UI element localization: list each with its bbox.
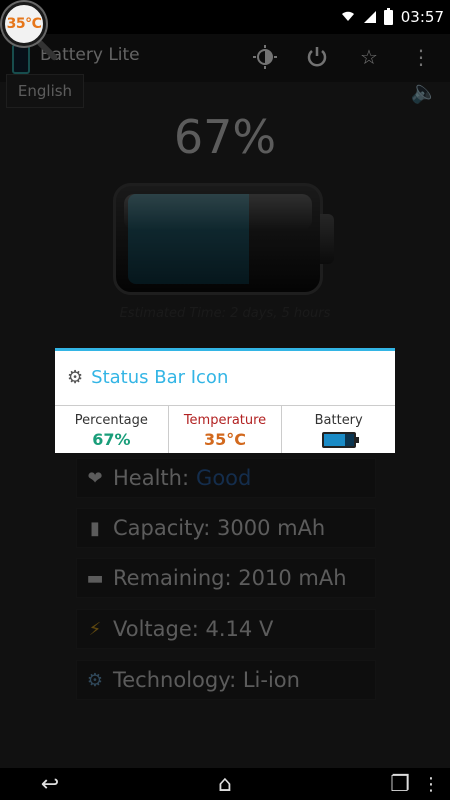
option-temperature-label: Temperature (183, 413, 267, 428)
technology-row: ⚙ Technology: Li-ion (76, 660, 376, 700)
remaining-row: ▬ Remaining: 2010 mAh (76, 558, 376, 598)
wifi-icon (340, 8, 356, 26)
language-button[interactable]: English (6, 74, 84, 108)
status-bar-icon-dialog: ⚙ Status Bar Icon Percentage 67% Tempera… (55, 348, 395, 453)
power-icon[interactable] (304, 42, 330, 72)
capacity-row: ▮ Capacity: 3000 mAh (76, 508, 376, 548)
option-percentage-value: 67% (92, 430, 131, 449)
battery-remaining-icon: ▬ (86, 567, 104, 589)
option-temperature[interactable]: Temperature 35°C (168, 406, 283, 453)
navigation-bar: ↩ ⌂ ❐ (0, 768, 450, 800)
heart-icon: ❤ (87, 467, 103, 489)
overflow-menu-icon[interactable]: ⋮ (408, 42, 434, 72)
option-temperature-value: 35°C (204, 430, 247, 449)
home-button[interactable]: ⌂ (175, 772, 275, 797)
back-button[interactable]: ↩ (0, 772, 100, 797)
health-row: ❤ Health: Good (76, 458, 376, 498)
battery-tip (320, 214, 334, 264)
voltage-row: ⚡ Voltage: 4.14 V (76, 609, 376, 649)
remaining-text: Remaining: 2010 mAh (113, 566, 347, 590)
option-percentage[interactable]: Percentage 67% (55, 406, 169, 453)
brightness-icon[interactable] (252, 42, 278, 72)
voltage-text: Voltage: 4.14 V (113, 617, 274, 641)
battery-icon (321, 432, 359, 448)
battery-graphic (113, 183, 323, 295)
settings-gear-icon: ⚙ (67, 367, 84, 388)
app-icon[interactable] (12, 44, 30, 74)
clock: 03:57 (400, 8, 444, 26)
battery-capacity-icon: ▮ (90, 517, 100, 539)
health-value: Good (196, 466, 252, 490)
dialog-title: ⚙ Status Bar Icon (67, 367, 228, 388)
temperature-badge-text: 35°C (6, 16, 42, 32)
battery-gloss (124, 194, 312, 230)
battery-status-icon (383, 7, 393, 25)
battery-percent: 67% (173, 110, 277, 164)
status-bar: 35°C 03:57 (0, 0, 450, 62)
option-battery-label: Battery (314, 413, 363, 428)
signal-icon (363, 11, 376, 23)
star-icon[interactable]: ☆ (356, 42, 382, 72)
dialog-title-text: Status Bar Icon (91, 367, 229, 388)
technology-text: Technology: Li-ion (113, 668, 300, 692)
speaker-icon[interactable]: 🔈 (411, 80, 438, 105)
estimated-time: Estimated Time: 2 days, 5 hours (119, 306, 331, 321)
menu-button[interactable]: ⋮ (422, 774, 440, 795)
health-label: Health: (113, 466, 190, 490)
option-percentage-label: Percentage (74, 413, 148, 428)
status-icons: 03:57 (340, 7, 444, 26)
option-battery[interactable]: Battery (282, 406, 395, 453)
temperature-badge: 35°C (2, 2, 46, 46)
capacity-text: Capacity: 3000 mAh (113, 516, 326, 540)
gear-icon: ⚙ (86, 669, 104, 691)
voltage-icon: ⚡ (88, 618, 102, 640)
